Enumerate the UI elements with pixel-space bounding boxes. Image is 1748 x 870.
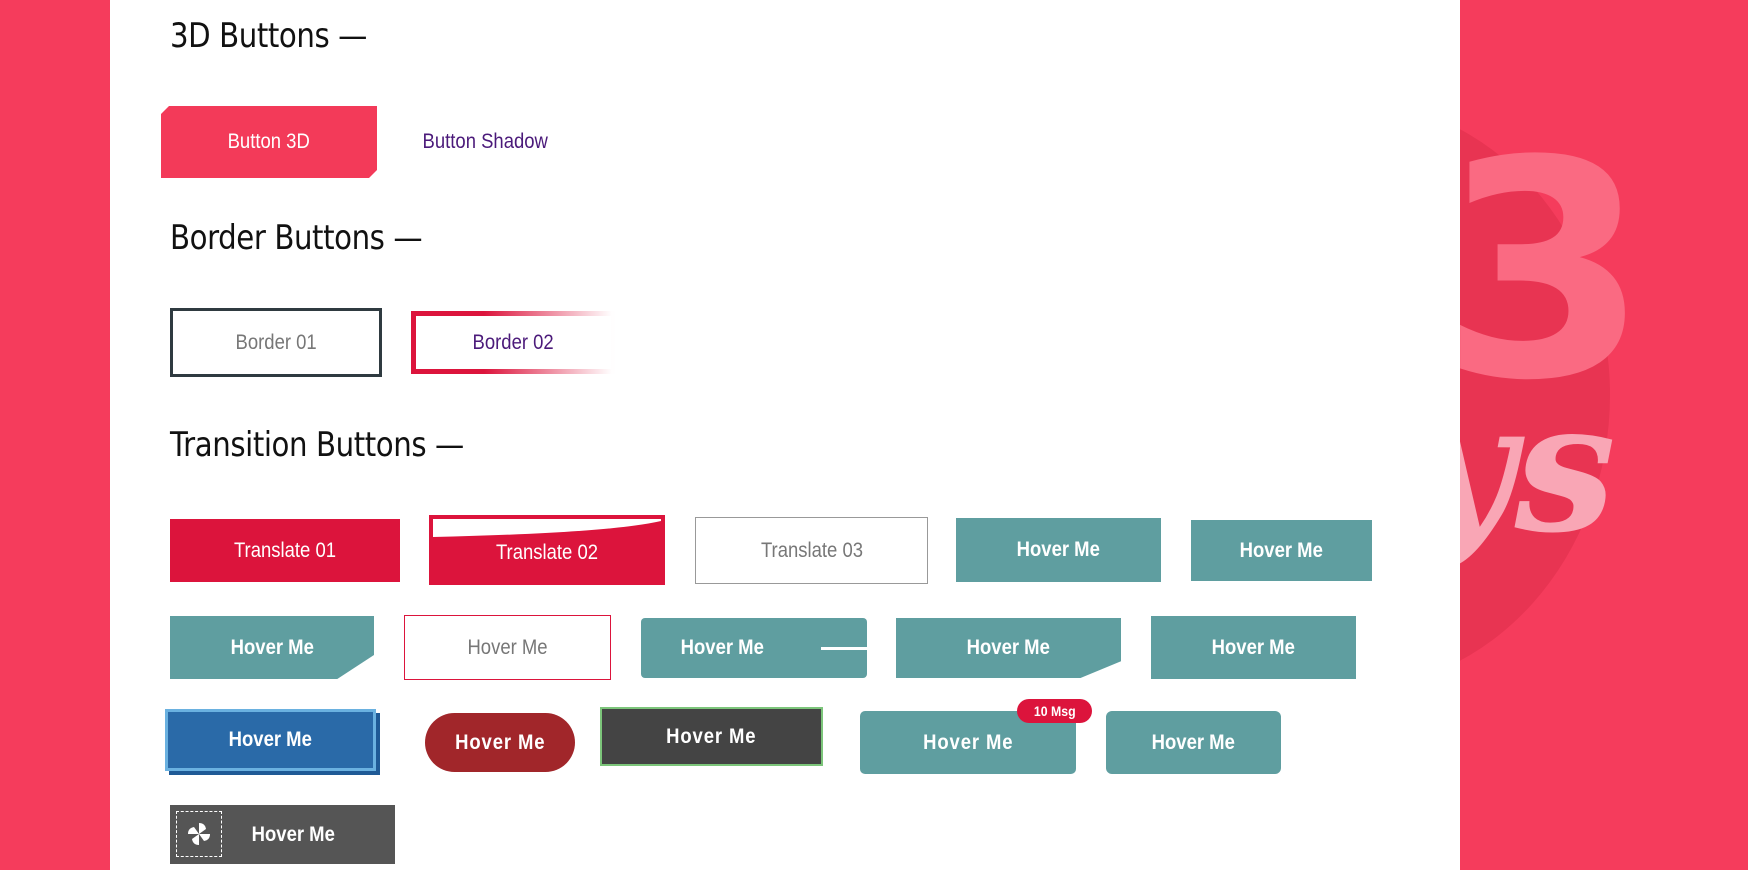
hover-button-r1-5[interactable]: Hover Me: [1191, 520, 1372, 581]
hover-label: Hover Me: [966, 636, 1051, 659]
translate-03-button[interactable]: Translate 03: [695, 517, 928, 584]
heading-3d-buttons: 3D Buttons —: [170, 16, 367, 56]
pinwheel-icon-shape: [188, 823, 210, 845]
hover-label: Hover Me: [251, 822, 335, 846]
border-01-button[interactable]: Border 01: [170, 308, 382, 377]
translate-02-sweep: [433, 519, 661, 537]
hover-label: Hover Me: [1211, 635, 1296, 659]
heading-border-buttons: Border Buttons —: [170, 218, 423, 258]
heading-transition-buttons: Transition Buttons —: [170, 425, 464, 465]
slide-line: [821, 647, 867, 650]
button-shadow[interactable]: Button Shadow: [400, 106, 570, 178]
border-02-button[interactable]: Border 02: [411, 311, 616, 374]
badge-label: 10 Msg: [1033, 703, 1076, 719]
translate-02-button[interactable]: Translate 02: [429, 515, 665, 585]
button-3d[interactable]: Button 3D: [161, 106, 377, 178]
hover-button-r3-1[interactable]: Hover Me: [165, 709, 376, 771]
hover-label: Hover Me: [230, 635, 314, 659]
hover-label: Hover Me: [922, 730, 1014, 754]
content-panel: 3D Buttons — Button 3D Button Shadow Bor…: [110, 0, 1460, 870]
hover-button-r2-1[interactable]: Hover Me: [170, 616, 374, 679]
button-shadow-label: Button Shadow: [422, 130, 548, 153]
message-count-badge: 10 Msg: [1017, 699, 1092, 723]
hover-button-r2-3[interactable]: Hover Me: [641, 618, 867, 678]
border-01-label: Border 01: [235, 330, 317, 354]
hover-label: Hover Me: [1016, 538, 1101, 561]
border-02-label: Border 02: [472, 330, 555, 354]
hover-button-r3-3[interactable]: Hover Me: [600, 707, 823, 766]
hover-label: Hover Me: [228, 728, 313, 751]
translate-01-button[interactable]: Translate 01: [170, 519, 400, 582]
hover-button-r3-2[interactable]: Hover Me: [425, 713, 575, 772]
translate-01-label: Translate 01: [233, 538, 337, 562]
hover-button-r2-2[interactable]: Hover Me: [404, 615, 611, 680]
translate-03-label: Translate 03: [760, 538, 863, 562]
hover-label: Hover Me: [467, 635, 548, 659]
hover-label: Hover Me: [1239, 538, 1324, 562]
translate-02-label: Translate 02: [495, 541, 599, 564]
hover-label: Hover Me: [1151, 730, 1236, 754]
hover-button-r2-4[interactable]: Hover Me: [896, 618, 1121, 678]
hover-button-r4-1[interactable]: Hover Me: [170, 805, 395, 864]
hover-button-r3-5[interactable]: Hover Me: [1106, 711, 1281, 774]
hover-label: Hover Me: [454, 730, 546, 754]
button-3d-label: Button 3D: [227, 130, 311, 153]
hover-button-r1-4[interactable]: Hover Me: [956, 518, 1161, 582]
pinwheel-icon: [176, 811, 222, 857]
hover-label: Hover Me: [666, 724, 757, 748]
hover-button-r2-5[interactable]: Hover Me: [1151, 616, 1356, 679]
hover-label: Hover Me: [680, 636, 764, 659]
